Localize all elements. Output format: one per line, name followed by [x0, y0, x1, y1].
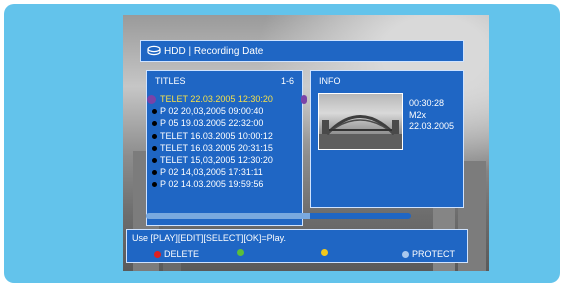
- info-details: 00:30:28 M2x 22.03.2005: [409, 98, 454, 133]
- menu-title: HDD | Recording Date: [164, 45, 264, 57]
- progress-bar: [146, 213, 411, 219]
- scroll-indicator[interactable]: [301, 95, 307, 104]
- info-heading: INFO: [319, 76, 341, 86]
- title-row-label: TELET 16.03.2005 10:00:12: [160, 130, 273, 141]
- yellow-dot-icon: [321, 249, 328, 256]
- title-row-selected[interactable]: TELET 22.03.2005 12:30:20: [147, 93, 302, 105]
- titles-heading: TITLES: [155, 76, 186, 86]
- title-row-label: P 02 14,03,2005 17:31:11: [160, 167, 263, 178]
- selection-cursor-icon: [147, 95, 156, 104]
- help-text: Use [PLAY][EDIT][SELECT][OK]=Play.: [132, 233, 286, 243]
- info-mode: M2x: [409, 109, 427, 120]
- title-row[interactable]: TELET 16.03.2005 20:31:15: [147, 142, 302, 154]
- blue-dot-icon: [402, 250, 409, 258]
- titles-count: 1-6: [280, 76, 294, 86]
- title-row-label: TELET 22.03.2005 12:30:20: [160, 94, 273, 104]
- color-key-bar: DELETE PROTECT: [127, 249, 467, 261]
- bullet-icon: [152, 133, 157, 139]
- delete-label: DELETE: [164, 249, 200, 259]
- bullet-icon: [152, 145, 157, 151]
- bullet-icon: [152, 170, 157, 176]
- protect-label: PROTECT: [412, 249, 456, 259]
- bullet-icon: [152, 121, 157, 127]
- red-dot-icon: [154, 250, 161, 258]
- title-row-label: TELET 15,03,2005 12:30:20: [160, 154, 273, 165]
- green-key[interactable]: [237, 249, 247, 256]
- title-row-label: P 05 19.03.2005 22:32:00: [160, 118, 264, 129]
- progress-fill: [146, 213, 311, 219]
- menu-footer: Use [PLAY][EDIT][SELECT][OK]=Play. DELET…: [126, 229, 468, 263]
- title-row[interactable]: P 05 19.03.2005 22:32:00: [147, 117, 302, 129]
- bullet-icon: [152, 109, 157, 115]
- yellow-key[interactable]: [321, 249, 331, 256]
- title-row[interactable]: P 02 14,03,2005 17:31:11: [147, 166, 302, 178]
- tv-screen: HDD | Recording Date TITLES 1-6 TELET 22…: [123, 15, 489, 271]
- title-row-label: TELET 16.03.2005 20:31:15: [160, 142, 273, 153]
- title-row-label: P 02 14.03.2005 19:59:56: [160, 179, 264, 190]
- bridge-image: [319, 115, 402, 149]
- title-row[interactable]: TELET 15,03,2005 12:30:20: [147, 154, 302, 166]
- disc-stack-icon: [147, 45, 161, 56]
- green-dot-icon: [237, 249, 244, 256]
- bullet-icon: [152, 157, 157, 163]
- bullet-icon: [152, 182, 157, 188]
- title-row-label: P 02 20,03,2005 09:00:40: [160, 106, 264, 117]
- info-date: 22.03.2005: [409, 121, 455, 131]
- title-row[interactable]: P 02 14.03.2005 19:59:56: [147, 178, 302, 190]
- title-list[interactable]: TELET 22.03.2005 12:30:20 P 02 20,03,2005…: [147, 93, 302, 191]
- preview-thumbnail: [318, 93, 403, 150]
- blue-key-protect[interactable]: PROTECT: [402, 249, 455, 259]
- info-panel: INFO 00:30:28 M2x 22.03.2005: [310, 70, 464, 208]
- titles-panel: TITLES 1-6 TELET 22.03.2005 12:30:20 P 02…: [146, 70, 307, 226]
- title-row[interactable]: P 02 20,03,2005 09:00:40: [147, 105, 302, 117]
- menu-header: HDD | Recording Date: [140, 40, 464, 62]
- red-key-delete[interactable]: DELETE: [154, 249, 199, 259]
- info-duration: 00:30:28: [409, 98, 445, 108]
- title-row[interactable]: TELET 16.03.2005 10:00:12: [147, 130, 302, 142]
